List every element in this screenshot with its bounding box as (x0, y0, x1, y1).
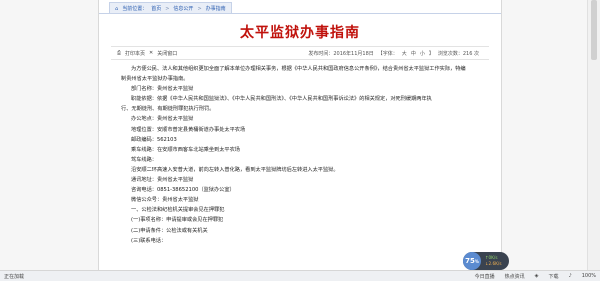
paragraph: 咨询电话：0851-38652100（监狱办公室） (131, 187, 235, 194)
status-sound-icon[interactable]: ♪ (569, 273, 572, 279)
print-icon: ⎙ (117, 49, 122, 56)
breadcrumb-item-info[interactable]: 信息公开 (173, 5, 193, 12)
status-news-link[interactable]: 热点资讯 (505, 273, 525, 280)
breadcrumb-separator: > (165, 5, 170, 12)
memory-usage-indicator: 75% (463, 252, 481, 270)
paragraph: (二)申请条件：公检法或有关机关 (131, 227, 208, 234)
scrollbar[interactable] (587, 0, 600, 270)
paragraph: 一、公检法和纪检机关提审会见在押罪犯 (131, 207, 225, 214)
paragraph: 制贵州省太平监狱办事指南。 (121, 76, 189, 83)
status-shield-icon[interactable]: ◈ (535, 273, 539, 279)
paragraph: 地理位置：安顺市普定县黄桶街道办事处太平农场 (131, 126, 246, 133)
font-size-small[interactable]: 小 (420, 50, 425, 57)
scrollbar-thumb[interactable] (591, 0, 597, 60)
print-button[interactable]: 打印本页 (125, 50, 145, 57)
paragraph: 为方便公民、法人和其他组织更加全面了解本单位办理相关事务，根据《中华人民共和国政… (131, 66, 466, 72)
font-size-large[interactable]: 大 (402, 50, 407, 57)
close-window-button[interactable]: 关闭窗口 (157, 50, 177, 57)
page-title: 太平监狱办事指南 (240, 25, 360, 41)
home-icon: ⌂ (115, 5, 119, 12)
paragraph: 职能依据：依据《中华人民共和国监狱法》、《中华人民共和国刑法》、《中华人民共和国… (131, 96, 432, 103)
breadcrumb-label: 当前位置： (122, 6, 148, 12)
paragraph: 邮政编码：562103 (131, 136, 177, 143)
paragraph: 微信公众号：贵州省太平监狱 (131, 197, 199, 204)
paragraph: 乘车线路：在安顺市西客车北站乘坐到太平农场 (131, 146, 240, 153)
article-body: 为方便公民、法人和其他组织更加全面了解本单位办理相关事务，根据《中华人民共和国政… (121, 64, 481, 246)
paragraph: (一)事项名称：申请提审或会见在押罪犯 (131, 217, 224, 224)
paragraph: 沿安顺二环高速入安普大道，前向左转入普化路，看到太平监狱牌坊后左转进入太平监狱。 (131, 166, 339, 173)
status-live-link[interactable]: 今日直播 (475, 273, 495, 280)
memory-percent-unit: % (474, 258, 479, 264)
upload-speed: 0K/s (488, 255, 498, 260)
status-download-link[interactable]: 下载 (548, 273, 558, 280)
publish-date: 发布时间：2016年11月18日 (308, 50, 374, 57)
breadcrumb: ⌂ 当前位置： 首页 > 信息公开 > 办事指南 (99, 2, 501, 14)
status-text: 正在加载 (4, 273, 25, 280)
document-page: ⌂ 当前位置： 首页 > 信息公开 > 办事指南 太平监狱办事指南 ⎙ 打印本页… (98, 0, 502, 270)
paragraph: 部门名称：贵州省太平监狱 (131, 86, 194, 93)
paragraph: 驾车线路： (131, 156, 157, 163)
article-toolbar: ⎙ 打印本页 ✕ 关闭窗口 发布时间：2016年11月18日 【字体： 大 中 … (111, 46, 489, 60)
browser-status-bar: 正在加载 今日直播 热点资讯 ◈ 下载 ♪ 100% (0, 270, 600, 281)
font-size-medium[interactable]: 中 (411, 50, 416, 57)
zoom-level[interactable]: 100% (582, 273, 596, 279)
breadcrumb-item-guide[interactable]: 办事指南 (206, 5, 226, 12)
font-size-suffix: 】 (428, 50, 434, 57)
paragraph: 行、无期徒刑、有期徒刑罪犯执行刑罚。 (121, 106, 215, 113)
breadcrumb-separator: > (197, 5, 202, 12)
close-icon: ✕ (149, 49, 154, 56)
view-count: 浏览次数：216 次 (437, 50, 479, 57)
paragraph: 办公地点：贵州省太平监狱 (131, 116, 194, 123)
network-speed-widget[interactable]: 75% ↑0K/s ↓2.6K/s (463, 252, 509, 270)
paragraph: 通讯地址：贵州省太平监狱 (131, 177, 194, 184)
font-size-prefix: 【字体： (377, 50, 398, 57)
breadcrumb-item-home[interactable]: 首页 (151, 5, 161, 12)
memory-percent: 75 (465, 257, 475, 265)
breadcrumb-divider (99, 13, 501, 14)
paragraph: (三)联系电话： (131, 237, 167, 244)
download-speed: 2.6K/s (488, 261, 502, 266)
